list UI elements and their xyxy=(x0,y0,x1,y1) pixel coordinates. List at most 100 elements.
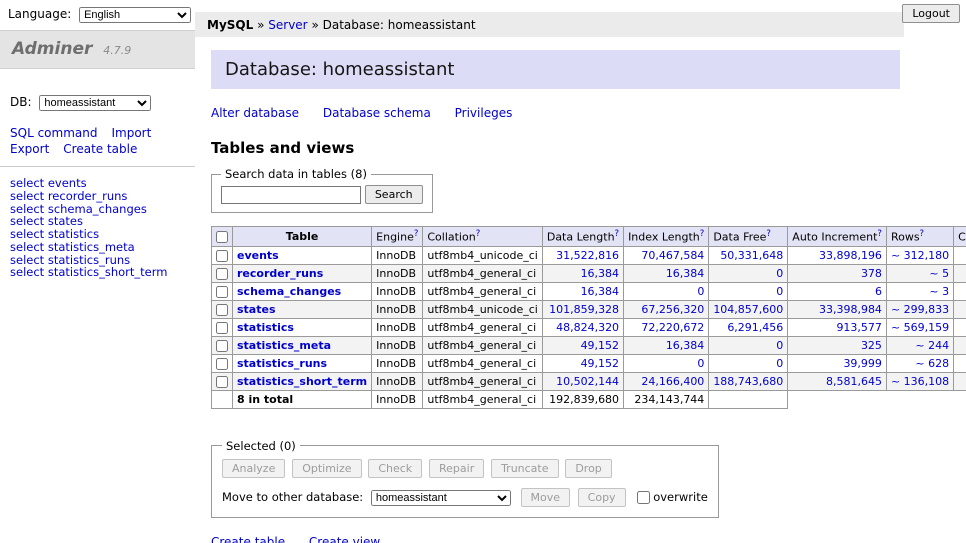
sidebar-item-sql-command[interactable]: SQL command xyxy=(10,126,97,140)
data-free-link[interactable]: 0 xyxy=(776,285,783,298)
check-button[interactable]: Check xyxy=(368,459,422,478)
data-length-link[interactable]: 16,384 xyxy=(581,285,620,298)
index-length-link[interactable]: 67,256,320 xyxy=(641,303,704,316)
drop-button[interactable]: Drop xyxy=(565,459,611,478)
data-length-link[interactable]: 48,824,320 xyxy=(556,321,619,334)
data-length-link[interactable]: 16,384 xyxy=(581,267,620,280)
move-button[interactable]: Move xyxy=(521,488,571,507)
index-length-link[interactable]: 0 xyxy=(697,285,704,298)
sidebar-item-export[interactable]: Export xyxy=(10,142,49,156)
rows-count-link[interactable]: ~ 136,108 xyxy=(891,375,949,388)
data-free-link[interactable]: 0 xyxy=(776,357,783,370)
auto-increment-link[interactable]: 325 xyxy=(861,339,882,352)
data-free-link[interactable]: 0 xyxy=(776,267,783,280)
database-schema-link[interactable]: Database schema xyxy=(323,106,431,120)
optimize-button[interactable]: Optimize xyxy=(292,459,361,478)
rows-count-link[interactable]: ~ 5 xyxy=(929,267,949,280)
data-free-link[interactable]: 0 xyxy=(776,339,783,352)
rows-count-link[interactable]: ~ 244 xyxy=(915,339,949,352)
auto-increment-link[interactable]: 913,577 xyxy=(836,321,882,334)
row-checkbox[interactable] xyxy=(216,322,228,334)
auto-increment-link[interactable]: 6 xyxy=(875,285,882,298)
auto-increment-link[interactable]: 33,398,984 xyxy=(819,303,882,316)
index-length-link[interactable]: 24,166,400 xyxy=(641,375,704,388)
search-input[interactable] xyxy=(221,186,361,204)
row-checkbox[interactable] xyxy=(216,268,228,280)
help-icon[interactable]: ? xyxy=(615,229,620,239)
privileges-link[interactable]: Privileges xyxy=(455,106,513,120)
auto-increment-link[interactable]: 39,999 xyxy=(843,357,882,370)
table-name-link[interactable]: statistics_short_term xyxy=(237,375,367,388)
breadcrumb-server-link[interactable]: Server xyxy=(268,18,307,32)
auto-increment-link[interactable]: 378 xyxy=(861,267,882,280)
row-checkbox[interactable] xyxy=(216,286,228,298)
rows-count-link[interactable]: ~ 3 xyxy=(929,285,949,298)
help-icon[interactable]: ? xyxy=(766,229,771,239)
help-icon[interactable]: ? xyxy=(877,229,882,239)
sidebar-item-import[interactable]: Import xyxy=(111,126,151,140)
help-icon[interactable]: ? xyxy=(476,229,481,239)
data-free-link[interactable]: 50,331,648 xyxy=(720,249,783,262)
move-db-select[interactable]: homeassistant xyxy=(371,490,511,506)
overwrite-option[interactable]: overwrite xyxy=(637,490,708,504)
sidebar-item-select-statistics[interactable]: select statistics xyxy=(10,228,185,241)
sidebar-item-select-recorder-runs[interactable]: select recorder_runs xyxy=(10,190,185,203)
data-free-link[interactable]: 188,743,680 xyxy=(713,375,783,388)
table-name-link[interactable]: statistics xyxy=(237,321,294,334)
data-length-link[interactable]: 31,522,816 xyxy=(556,249,619,262)
rows-count-link[interactable]: ~ 628 xyxy=(915,357,949,370)
alter-database-link[interactable]: Alter database xyxy=(211,106,299,120)
language-select[interactable]: English xyxy=(79,7,191,23)
data-length-link[interactable]: 10,502,144 xyxy=(556,375,619,388)
index-length-link[interactable]: 0 xyxy=(697,357,704,370)
sidebar-item-select-statistics-meta[interactable]: select statistics_meta xyxy=(10,241,185,254)
row-checkbox[interactable] xyxy=(216,304,228,316)
create-view-link[interactable]: Create view xyxy=(309,535,380,543)
analyze-button[interactable]: Analyze xyxy=(222,459,285,478)
rows-count-link[interactable]: ~ 312,180 xyxy=(891,249,949,262)
truncate-button[interactable]: Truncate xyxy=(491,459,558,478)
index-length-link[interactable]: 70,467,584 xyxy=(641,249,704,262)
select-all-checkbox[interactable] xyxy=(216,231,228,243)
auto-increment-link[interactable]: 8,581,645 xyxy=(826,375,882,388)
total-data-length: 192,839,680 xyxy=(542,390,623,408)
data-length-link[interactable]: 101,859,328 xyxy=(549,303,619,316)
help-icon[interactable]: ? xyxy=(920,229,925,239)
row-checkbox[interactable] xyxy=(216,340,228,352)
repair-button[interactable]: Repair xyxy=(429,459,484,478)
table-name-link[interactable]: events xyxy=(237,249,279,262)
auto-increment-link[interactable]: 33,898,196 xyxy=(819,249,882,262)
selected-legend: Selected (0) xyxy=(222,439,300,453)
row-checkbox[interactable] xyxy=(216,358,228,370)
table-name-link[interactable]: states xyxy=(237,303,276,316)
breadcrumb-separator: » xyxy=(311,18,318,32)
row-checkbox[interactable] xyxy=(216,376,228,388)
create-table-link[interactable]: Create table xyxy=(211,535,285,543)
sidebar-item-create-table[interactable]: Create table xyxy=(63,142,137,156)
rows-count-link[interactable]: ~ 299,833 xyxy=(891,303,949,316)
table-name-link[interactable]: recorder_runs xyxy=(237,267,323,280)
table-name-link[interactable]: statistics_runs xyxy=(237,357,327,370)
table-name-link[interactable]: schema_changes xyxy=(237,285,341,298)
help-icon[interactable]: ? xyxy=(700,229,705,239)
data-free-link[interactable]: 104,857,600 xyxy=(713,303,783,316)
sidebar-item-select-statistics-short-term[interactable]: select statistics_short_term xyxy=(10,266,185,279)
row-checkbox[interactable] xyxy=(216,250,228,262)
index-length-link[interactable]: 16,384 xyxy=(666,339,705,352)
selected-actions: Analyze Optimize Check Repair Truncate D… xyxy=(222,459,708,478)
index-length-link[interactable]: 16,384 xyxy=(666,267,705,280)
data-length-link[interactable]: 49,152 xyxy=(581,357,620,370)
help-icon[interactable]: ? xyxy=(414,229,419,239)
db-select[interactable]: homeassistant xyxy=(39,95,151,111)
data-length-link[interactable]: 49,152 xyxy=(581,339,620,352)
search-button[interactable]: Search xyxy=(365,185,423,204)
copy-button[interactable]: Copy xyxy=(578,488,626,507)
column-header-data-length: Data Length? xyxy=(542,227,623,247)
sidebar: Language: English Adminer 4.7.9 DB: home… xyxy=(0,0,195,543)
overwrite-checkbox[interactable] xyxy=(637,491,650,504)
logout-button[interactable]: Logout xyxy=(902,4,960,23)
data-free-link[interactable]: 6,291,456 xyxy=(727,321,783,334)
rows-count-link[interactable]: ~ 569,159 xyxy=(891,321,949,334)
index-length-link[interactable]: 72,220,672 xyxy=(641,321,704,334)
table-name-link[interactable]: statistics_meta xyxy=(237,339,331,352)
